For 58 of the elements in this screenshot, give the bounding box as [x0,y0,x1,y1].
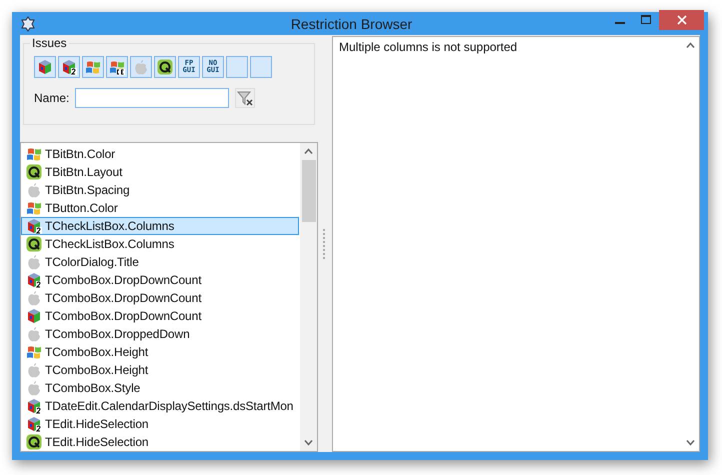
flag-icon [26,200,42,216]
qt-icon [26,236,42,252]
qt-icon [157,59,173,75]
cube-icon [26,308,42,324]
name-label: Name: [34,91,70,105]
list-item[interactable]: TEdit.HideSelection [21,415,299,433]
list-item[interactable]: TComboBox.DropDownCount [21,289,299,307]
flag-icon [26,344,42,360]
list-item[interactable]: TComboBox.Height [21,361,299,379]
list-item[interactable]: TCheckListBox.Columns [21,235,299,253]
scroll-thumb[interactable] [302,160,316,222]
list-item[interactable]: TEdit.HideSelection [21,433,299,451]
apple-icon [26,290,42,306]
cube-icon [26,272,42,288]
list-item[interactable]: TComboBox.Height [21,343,299,361]
toolbar-button[interactable] [58,56,80,78]
name-field[interactable] [75,88,230,108]
clear-filter-button[interactable] [235,88,256,108]
cube-icon [26,398,42,414]
flag-icon [26,146,42,162]
list-item[interactable]: TBitBtn.Layout [21,163,299,181]
apple-icon [26,362,42,378]
apple-icon [26,254,42,270]
close-button[interactable] [659,10,704,30]
toolbar-button[interactable] [106,56,128,78]
maximize-icon [641,14,651,24]
flag-icon [85,59,101,75]
list-item[interactable]: TComboBox.Style [21,379,299,397]
cube-icon [61,59,77,75]
description-text: Multiple columns is not supported [338,39,518,56]
filter-icon [237,90,254,106]
list-item[interactable]: TBitBtn.Color [21,145,299,163]
list-item[interactable]: TDateEdit.CalendarDisplaySettings.dsStartMon [21,397,299,415]
app-icon [20,16,36,32]
close-icon [676,14,686,24]
splitter-grip[interactable] [323,228,327,258]
flag-icon [109,59,125,75]
apple-icon [133,59,149,75]
list-item[interactable]: TCheckListBox.Columns [21,217,299,235]
cube-icon [37,59,53,75]
apple-icon [26,326,42,342]
toolbar-button[interactable] [154,56,176,78]
list-item[interactable]: TBitBtn.Spacing [21,181,299,199]
list-item[interactable]: TComboBox.DropDownCount [21,307,299,325]
group-title: Issues [30,36,69,50]
cube-icon [26,218,42,234]
apple-icon [26,182,42,198]
qt-icon [26,164,42,180]
scrollbar[interactable] [300,143,317,451]
window-title: Restriction Browser [290,16,414,32]
list-item[interactable]: TComboBox.DropDownCount [21,271,299,289]
list-item[interactable]: TComboBox.DroppedDown [21,325,299,343]
cube-icon [26,416,42,432]
qt-icon [26,434,42,450]
list-item[interactable]: TColorDialog.Title [21,253,299,271]
minimize-icon [615,22,625,24]
apple-icon [26,380,42,396]
list-item[interactable]: TButton.Color [21,199,299,217]
